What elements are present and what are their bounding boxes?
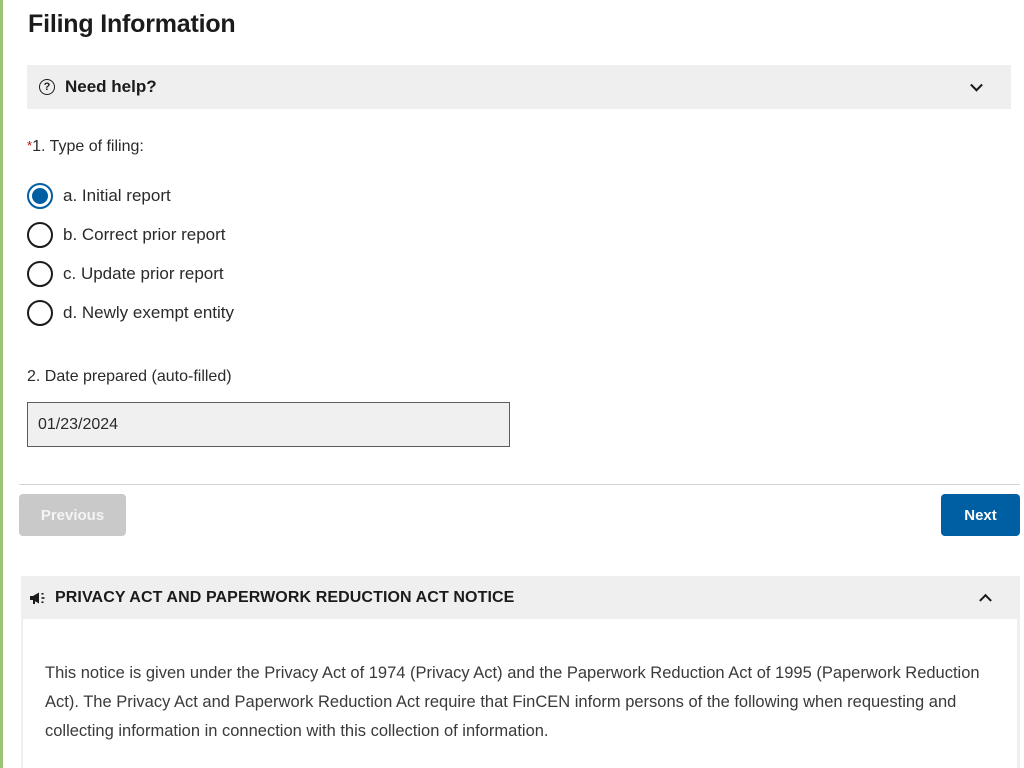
filing-information-page: Filing Information ? Need help? *1. Type… bbox=[0, 0, 1024, 768]
need-help-accordion[interactable]: ? Need help? bbox=[27, 65, 1011, 109]
date-prepared-label: 2. Date prepared (auto-filled) bbox=[27, 368, 232, 385]
privacy-notice-title: PRIVACY ACT AND PAPERWORK REDUCTION ACT … bbox=[55, 588, 515, 606]
radio-button[interactable] bbox=[27, 299, 53, 326]
date-prepared-input[interactable] bbox=[27, 402, 510, 447]
privacy-notice-accordion: PRIVACY ACT AND PAPERWORK REDUCTION ACT … bbox=[21, 576, 1020, 768]
megaphone-icon bbox=[29, 591, 47, 605]
radio-button[interactable] bbox=[27, 260, 53, 287]
radio-option-newly-exempt-entity[interactable]: d. Newly exempt entity bbox=[27, 293, 234, 332]
radio-label[interactable]: b. Correct prior report bbox=[63, 225, 226, 245]
radio-option-update-prior-report[interactable]: c. Update prior report bbox=[27, 254, 234, 293]
privacy-notice-text: This notice is given under the Privacy A… bbox=[45, 664, 980, 740]
chevron-up-icon[interactable] bbox=[979, 593, 992, 607]
radio-label[interactable]: d. Newly exempt entity bbox=[63, 303, 234, 323]
question-circle-icon: ? bbox=[39, 79, 55, 95]
type-of-filing-text: 1. Type of filing: bbox=[32, 138, 144, 155]
next-button[interactable]: Next bbox=[941, 494, 1020, 536]
section-divider bbox=[19, 484, 1020, 485]
page-title: Filing Information bbox=[28, 10, 236, 38]
chevron-down-icon[interactable] bbox=[970, 78, 983, 92]
radio-label[interactable]: c. Update prior report bbox=[63, 264, 224, 284]
type-of-filing-label: *1. Type of filing: bbox=[27, 138, 144, 156]
left-border-rule bbox=[0, 0, 3, 768]
previous-button[interactable]: Previous bbox=[19, 494, 126, 536]
radio-button[interactable] bbox=[27, 221, 53, 248]
need-help-label: Need help? bbox=[65, 77, 157, 96]
radio-button-checked[interactable] bbox=[27, 182, 53, 209]
radio-option-initial-report[interactable]: a. Initial report bbox=[27, 176, 234, 215]
radio-option-correct-prior-report[interactable]: b. Correct prior report bbox=[27, 215, 234, 254]
privacy-notice-header[interactable]: PRIVACY ACT AND PAPERWORK REDUCTION ACT … bbox=[21, 576, 1020, 619]
privacy-notice-body: This notice is given under the Privacy A… bbox=[23, 619, 1017, 768]
radio-label[interactable]: a. Initial report bbox=[63, 186, 171, 206]
type-of-filing-radio-group: a. Initial report b. Correct prior repor… bbox=[27, 176, 234, 332]
